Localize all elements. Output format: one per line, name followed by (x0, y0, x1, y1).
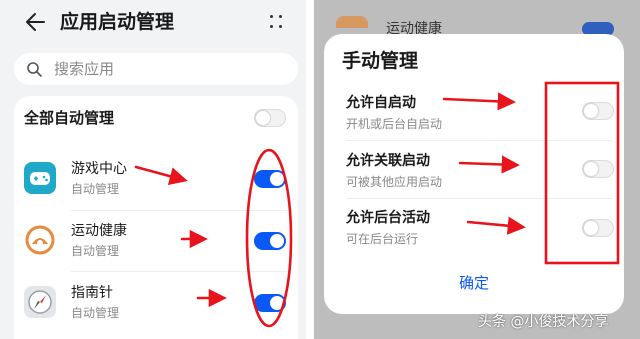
background-run-toggle[interactable] (582, 219, 614, 237)
search-icon (27, 62, 42, 77)
app-toggle[interactable] (254, 232, 286, 250)
divider (346, 198, 612, 199)
divider (71, 271, 288, 272)
app-launch-panel: 应用启动管理 搜索应用 全部自动管理 游戏中心 自动管理 运动健康 自动管理 指… (0, 0, 306, 339)
auto-start-toggle[interactable] (582, 102, 614, 120)
manual-manage-panel: 运动健康 手动管理 允许自启动 开机或后台自启动 允许关联启动 可被其他应用启动… (314, 0, 640, 339)
assoc-start-toggle[interactable] (582, 160, 614, 178)
app-toggle[interactable] (254, 170, 286, 188)
confirm-button[interactable]: 确定 (324, 266, 624, 300)
app-name: 指南针 (71, 285, 113, 301)
divider (71, 210, 288, 211)
option-background-desc: 可在后台运行 (346, 232, 419, 246)
list-item[interactable]: 游戏中心 自动管理 (14, 150, 298, 208)
gamepad-icon (24, 162, 56, 194)
back-arrow-icon (26, 13, 45, 31)
app-name: 运动健康 (71, 223, 127, 239)
manual-manage-dialog: 手动管理 允许自启动 开机或后台自启动 允许关联启动 可被其他应用启动 允许后台… (324, 34, 624, 314)
option-auto-start-label: 允许自启动 (346, 95, 416, 111)
compass-icon (24, 286, 56, 318)
dialog-title: 手动管理 (342, 50, 419, 72)
option-assoc-start-desc: 可被其他应用启动 (346, 175, 443, 189)
app-status: 自动管理 (71, 182, 120, 196)
option-auto-start-desc: 开机或后台自启动 (346, 117, 443, 131)
page-title: 应用启动管理 (60, 11, 175, 33)
app-name: 游戏中心 (71, 161, 127, 177)
app-status: 自动管理 (71, 244, 120, 258)
list-item[interactable]: 指南针 自动管理 (14, 274, 298, 332)
all-auto-manage-toggle[interactable] (254, 109, 286, 127)
watermark: 头条 @小俊技术分享 (478, 314, 609, 330)
app-status: 自动管理 (71, 306, 120, 320)
search-placeholder: 搜索应用 (54, 60, 115, 78)
search-input[interactable]: 搜索应用 (14, 53, 298, 85)
option-assoc-start-label: 允许关联启动 (346, 153, 430, 169)
all-auto-manage-label: 全部自动管理 (24, 109, 115, 127)
background-app-icon (336, 16, 368, 28)
divider (346, 140, 612, 141)
more-dots-icon[interactable] (264, 10, 288, 34)
app-toggle[interactable] (254, 294, 286, 312)
top-bar: 应用启动管理 (0, 0, 306, 44)
health-icon (24, 224, 56, 256)
option-background-label: 允许后台活动 (346, 210, 430, 226)
app-list-card: 全部自动管理 游戏中心 自动管理 运动健康 自动管理 指南针 自动管理 (14, 96, 298, 339)
screenshot: 应用启动管理 搜索应用 全部自动管理 游戏中心 自动管理 运动健康 自动管理 指… (0, 0, 640, 339)
list-item[interactable]: 运动健康 自动管理 (14, 212, 298, 270)
back-button[interactable] (22, 8, 50, 36)
